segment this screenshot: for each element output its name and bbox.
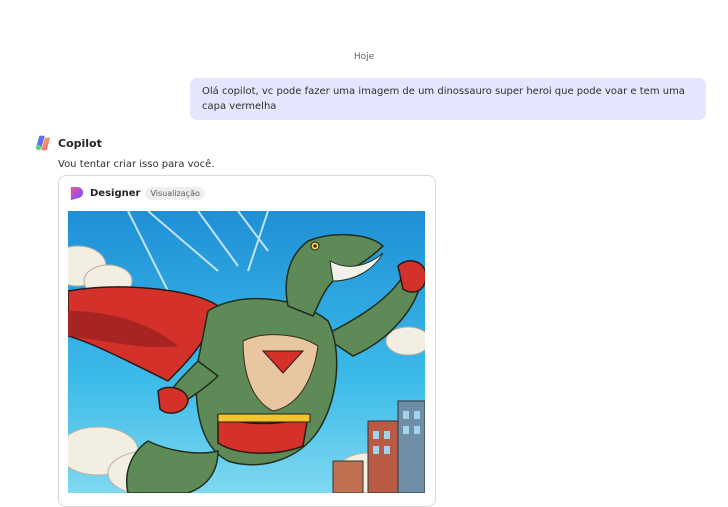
generated-image[interactable] (68, 211, 425, 493)
designer-name: Designer (90, 187, 141, 199)
assistant-reply: Vou tentar criar isso para você. (58, 159, 215, 170)
designer-card-header: Designer Visualização (69, 184, 205, 202)
designer-logo-icon (70, 186, 84, 200)
date-separator: Hoje (353, 52, 375, 62)
bottom-suggestion-bar (0, 487, 728, 491)
designer-card: Designer Visualização (58, 175, 436, 507)
copilot-logo-icon (35, 135, 51, 151)
preview-badge: Visualização (145, 186, 205, 200)
assistant-header: Copilot (34, 134, 102, 152)
assistant-name: Copilot (58, 136, 102, 150)
user-message-bubble: Olá copilot, vc pode fazer uma imagem de… (190, 78, 706, 120)
